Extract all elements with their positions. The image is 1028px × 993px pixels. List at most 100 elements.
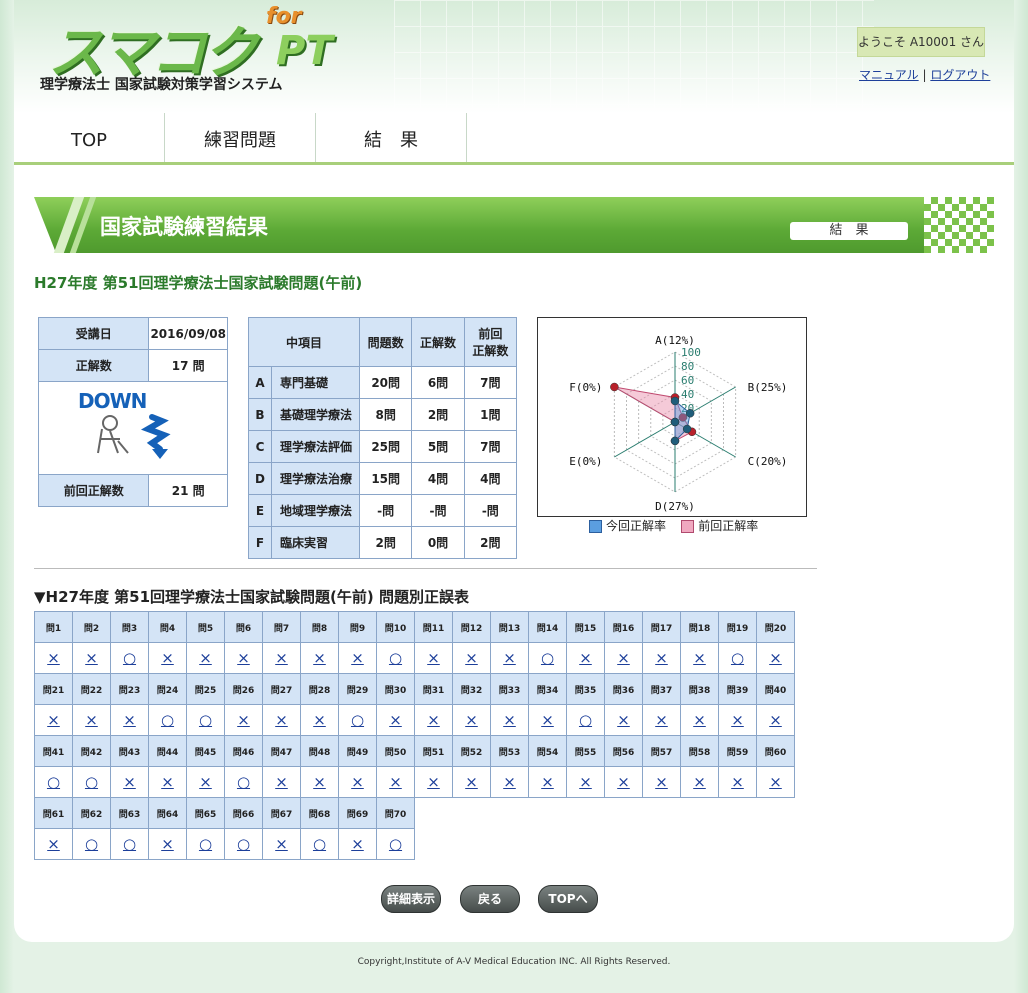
- nav-top[interactable]: TOP: [14, 113, 165, 162]
- answer-mark[interactable]: ×: [452, 642, 491, 674]
- question-number: 問8: [300, 611, 339, 643]
- answer-mark[interactable]: ×: [72, 642, 111, 674]
- question-number: 問6: [224, 611, 263, 643]
- col-count: 問題数: [358, 317, 413, 367]
- answer-mark[interactable]: ×: [300, 766, 339, 798]
- answer-mark[interactable]: ×: [338, 766, 377, 798]
- answer-mark[interactable]: ×: [490, 704, 529, 736]
- answer-mark[interactable]: ×: [642, 642, 681, 674]
- question-number: 問40: [756, 673, 795, 705]
- answer-mark[interactable]: ×: [604, 704, 643, 736]
- answer-mark[interactable]: ×: [224, 704, 263, 736]
- answer-mark[interactable]: ×: [566, 642, 605, 674]
- answer-mark[interactable]: ×: [186, 766, 225, 798]
- logout-link[interactable]: ログアウト: [930, 68, 990, 82]
- detail-button[interactable]: 詳細表示: [381, 885, 441, 913]
- answers-title: ▼H27年度 第51回理学療法士国家試験問題(午前) 問題別正誤表: [34, 588, 469, 606]
- question-number: 問38: [680, 673, 719, 705]
- answer-mark[interactable]: ×: [604, 766, 643, 798]
- question-number: 問54: [528, 735, 567, 767]
- answer-mark[interactable]: ○: [566, 704, 605, 736]
- answer-mark[interactable]: ×: [34, 828, 73, 860]
- answer-mark[interactable]: ×: [338, 828, 377, 860]
- answer-mark[interactable]: ×: [414, 642, 453, 674]
- question-number: 問51: [414, 735, 453, 767]
- answer-mark[interactable]: ○: [72, 828, 111, 860]
- question-number: 問65: [186, 797, 225, 829]
- answer-mark[interactable]: ×: [680, 766, 719, 798]
- question-number: 問31: [414, 673, 453, 705]
- answer-mark[interactable]: ○: [148, 704, 187, 736]
- answer-mark[interactable]: ○: [300, 828, 339, 860]
- answer-mark[interactable]: ×: [528, 766, 567, 798]
- answer-mark[interactable]: ×: [528, 704, 567, 736]
- answer-mark[interactable]: ×: [490, 642, 529, 674]
- answer-mark[interactable]: ○: [528, 642, 567, 674]
- answer-mark[interactable]: ×: [262, 704, 301, 736]
- question-number: 問17: [642, 611, 681, 643]
- category-row: A 専門基礎 20問 6問 7問: [248, 366, 518, 399]
- answer-mark[interactable]: ×: [338, 642, 377, 674]
- answer-mark[interactable]: ×: [452, 766, 491, 798]
- answer-mark[interactable]: ×: [34, 704, 73, 736]
- nav-result[interactable]: 結 果: [316, 113, 467, 162]
- answer-mark[interactable]: ×: [186, 642, 225, 674]
- answer-mark[interactable]: ×: [642, 766, 681, 798]
- back-button[interactable]: 戻る: [460, 885, 520, 913]
- answer-mark[interactable]: ○: [186, 828, 225, 860]
- answer-mark[interactable]: ×: [300, 642, 339, 674]
- answer-mark[interactable]: ×: [718, 766, 757, 798]
- question-number: 問26: [224, 673, 263, 705]
- answer-mark[interactable]: ×: [490, 766, 529, 798]
- answer-mark[interactable]: ×: [376, 704, 415, 736]
- answer-mark[interactable]: ×: [452, 704, 491, 736]
- answer-mark[interactable]: ×: [34, 642, 73, 674]
- top-button[interactable]: TOPへ: [538, 885, 598, 913]
- answer-mark[interactable]: ×: [262, 642, 301, 674]
- radar-axis-label: D(27%): [655, 500, 695, 513]
- category-name: 地域理学療法: [271, 494, 360, 527]
- question-number: 問47: [262, 735, 301, 767]
- answer-mark[interactable]: ×: [376, 766, 415, 798]
- manual-link[interactable]: マニュアル: [859, 68, 919, 82]
- answer-mark[interactable]: ×: [262, 766, 301, 798]
- answer-mark[interactable]: ×: [262, 828, 301, 860]
- answer-mark[interactable]: ○: [34, 766, 73, 798]
- answer-mark[interactable]: ×: [300, 704, 339, 736]
- answer-mark[interactable]: ×: [756, 704, 795, 736]
- answer-mark[interactable]: ○: [338, 704, 377, 736]
- answer-mark[interactable]: ○: [110, 828, 149, 860]
- answer-mark[interactable]: ×: [604, 642, 643, 674]
- question-number: 問61: [34, 797, 73, 829]
- nav-practice[interactable]: 練習問題: [165, 113, 316, 162]
- answer-mark[interactable]: ×: [110, 766, 149, 798]
- answer-mark[interactable]: ○: [718, 642, 757, 674]
- answer-mark[interactable]: ×: [414, 766, 453, 798]
- answer-mark[interactable]: ○: [72, 766, 111, 798]
- answer-mark[interactable]: ×: [224, 642, 263, 674]
- answer-mark[interactable]: ○: [186, 704, 225, 736]
- answer-mark[interactable]: ×: [642, 704, 681, 736]
- answer-mark[interactable]: ×: [148, 828, 187, 860]
- answer-mark[interactable]: ×: [680, 704, 719, 736]
- answer-mark[interactable]: ○: [376, 828, 415, 860]
- answer-mark[interactable]: ×: [718, 704, 757, 736]
- answer-mark[interactable]: ○: [110, 642, 149, 674]
- answer-mark[interactable]: ○: [224, 828, 263, 860]
- question-number: 問58: [680, 735, 719, 767]
- answer-mark[interactable]: ×: [110, 704, 149, 736]
- answer-mark[interactable]: ×: [148, 642, 187, 674]
- question-number: 問35: [566, 673, 605, 705]
- question-header-row: 問61 問62 問63 問64 問65 問66 問67 問68 問69 問70: [34, 797, 795, 829]
- question-number: 問10: [376, 611, 415, 643]
- answer-mark[interactable]: ×: [756, 642, 795, 674]
- answer-mark[interactable]: ×: [414, 704, 453, 736]
- answer-mark[interactable]: ○: [224, 766, 263, 798]
- answer-mark[interactable]: ○: [376, 642, 415, 674]
- answer-mark[interactable]: ×: [756, 766, 795, 798]
- category-key: A: [248, 366, 272, 399]
- answer-mark[interactable]: ×: [72, 704, 111, 736]
- answer-mark[interactable]: ×: [566, 766, 605, 798]
- answer-mark[interactable]: ×: [680, 642, 719, 674]
- answer-mark[interactable]: ×: [148, 766, 187, 798]
